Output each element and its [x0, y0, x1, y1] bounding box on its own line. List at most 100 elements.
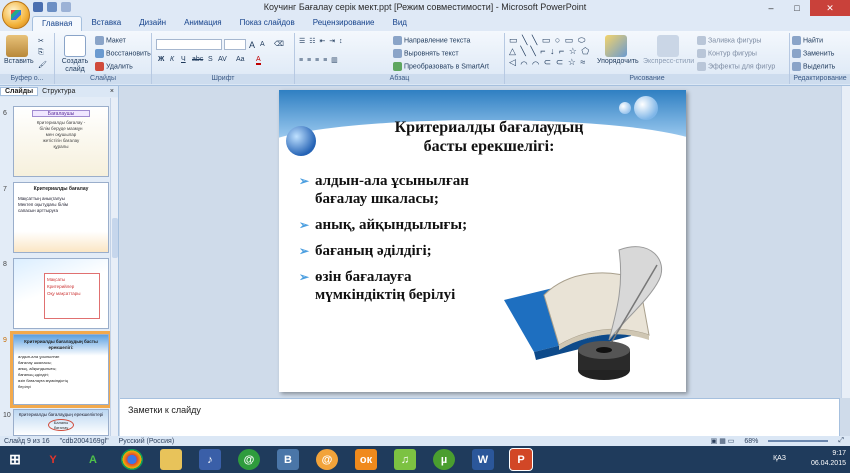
- bullets-icon[interactable]: ☰ ☷ ⇤ ⇥ ↕: [299, 37, 344, 45]
- delete-slide-button[interactable]: Удалить: [95, 62, 133, 71]
- music-icon[interactable]: ♪: [199, 449, 221, 470]
- shape-outline-button[interactable]: Контур фигуры: [697, 49, 757, 58]
- rambler-icon[interactable]: @: [238, 449, 260, 470]
- font-color-button[interactable]: A: [256, 56, 261, 65]
- select-button[interactable]: Выделить: [792, 62, 835, 71]
- tab-outline[interactable]: Структура: [38, 88, 79, 95]
- reset-button[interactable]: Восстановить: [95, 49, 151, 58]
- tab-slides[interactable]: Слайды: [0, 87, 39, 96]
- vk-icon[interactable]: B: [277, 449, 299, 470]
- ribbon-tabs: Главная Вставка Дизайн Анимация Показ сл…: [0, 16, 850, 31]
- case-button[interactable]: Aa: [236, 56, 245, 63]
- yandex-icon[interactable]: Y: [42, 449, 64, 470]
- chrome-icon[interactable]: [121, 449, 143, 470]
- strike-button[interactable]: abc: [192, 56, 203, 63]
- replace-button[interactable]: Заменить: [792, 49, 834, 58]
- quick-styles-button[interactable]: Экспресс-стили: [643, 35, 694, 65]
- shrink-font-button[interactable]: A: [260, 41, 265, 48]
- text-direction-button[interactable]: Направление текста: [393, 36, 470, 45]
- thumb-text: алдын-ала ұсынылған бағалау шкаласы; аны…: [18, 354, 68, 389]
- zoom-slider[interactable]: [768, 440, 829, 442]
- slide-thumbnail-9[interactable]: Критериалды бағалаудың басты ерекшелігі:…: [10, 331, 112, 408]
- arma-icon[interactable]: A: [82, 449, 104, 470]
- start-button[interactable]: ⊞: [4, 449, 26, 470]
- new-slide-button[interactable]: Создать слайд: [58, 35, 92, 74]
- shadow-button[interactable]: S: [208, 56, 213, 63]
- tab-animation[interactable]: Анимация: [175, 16, 231, 31]
- outline-icon: [697, 49, 706, 58]
- paste-button[interactable]: Вставить: [4, 35, 34, 65]
- spacing-button[interactable]: AV: [218, 56, 227, 63]
- scrollbar-thumb[interactable]: [112, 218, 118, 258]
- powerpoint-icon[interactable]: P: [509, 448, 533, 471]
- odnoklassniki-icon[interactable]: ок: [355, 449, 377, 470]
- tab-slideshow[interactable]: Показ слайдов: [231, 16, 304, 31]
- editor-scrollbar[interactable]: [841, 86, 850, 398]
- word-icon[interactable]: W: [472, 449, 494, 470]
- slide-title-line2: басты ерекшелігі:: [423, 138, 555, 155]
- pane-close-icon[interactable]: ×: [106, 88, 118, 95]
- notes-placeholder: Заметки к слайду: [128, 405, 201, 415]
- tab-home[interactable]: Главная: [32, 16, 83, 31]
- align-icon[interactable]: ≡ ≡ ≡ ≡ ▥: [299, 56, 339, 64]
- view-buttons[interactable]: ▣ ▦ ▭: [711, 437, 735, 445]
- close-button[interactable]: ✕: [810, 0, 850, 16]
- mail-icon[interactable]: @: [316, 449, 338, 470]
- slides-group: Создать слайд Макет Восстановить Удалить…: [55, 33, 152, 84]
- cut-icon[interactable]: ✂: [38, 37, 44, 45]
- window-controls: – □ ✕: [758, 0, 850, 16]
- shape-fill-button[interactable]: Заливка фигуры: [697, 36, 761, 45]
- tab-insert[interactable]: Вставка: [82, 16, 130, 31]
- fit-slide-icon[interactable]: ⤢: [838, 437, 844, 445]
- slide-thumbnail-8[interactable]: Мақсаты Критерийлер Оқу мақсаттары: [13, 258, 109, 329]
- taskbar: ⊞ Y A ♪ @ B @ ок ♫ µ W P ҚАЗ 9:17 06.04.…: [0, 446, 850, 473]
- slide-thumbnail-10[interactable]: Критериалды бағалаудың ерекшеліктері Бал…: [13, 409, 109, 436]
- language-indicator[interactable]: ҚАЗ: [773, 455, 786, 462]
- ribbon: Вставить ✂ ⎘ 🖌 Буфер о... Создать слайд …: [0, 31, 850, 86]
- notes-pane[interactable]: Заметки к слайду: [120, 398, 840, 436]
- text-direction-icon: [393, 36, 402, 45]
- bold-button[interactable]: Ж: [158, 56, 164, 63]
- shape-effects-button[interactable]: Эффекты для фигур: [697, 62, 775, 71]
- editing-label: Редактирование: [790, 74, 850, 84]
- arrange-button[interactable]: Упорядочить: [597, 35, 639, 65]
- language-indicator[interactable]: Русский (Россия): [119, 438, 175, 445]
- pane-tabs: Слайды Структура ×: [0, 86, 118, 97]
- align-text-button[interactable]: Выровнять текст: [393, 49, 459, 58]
- decor-bubble: [634, 96, 658, 120]
- thumb-number: 8: [3, 261, 7, 268]
- font-name-combo[interactable]: [156, 39, 222, 50]
- slide-thumbnail-6[interactable]: Бағалаушы Критериалды бағалау - білім бе…: [13, 106, 109, 177]
- italic-button[interactable]: К: [170, 56, 174, 63]
- zoom-level[interactable]: 68%: [744, 438, 758, 445]
- clock[interactable]: 9:17 06.04.2015: [811, 449, 846, 469]
- slide-thumbnail-7[interactable]: Критериалды бағалау Мақсаттың анықталуы …: [13, 182, 109, 253]
- thumb-number: 6: [3, 110, 7, 117]
- replace-icon: [792, 49, 801, 58]
- tab-review[interactable]: Рецензирование: [304, 16, 384, 31]
- font-size-combo[interactable]: [224, 39, 246, 50]
- underline-button[interactable]: Ч: [181, 56, 186, 63]
- game-icon[interactable]: ♫: [394, 449, 416, 470]
- minimize-button[interactable]: –: [758, 0, 784, 16]
- current-slide[interactable]: Критериалды бағалаудың басты ерекшелігі:…: [279, 90, 686, 392]
- smartart-button[interactable]: Преобразовать в SmartArt: [393, 62, 489, 71]
- tab-design[interactable]: Дизайн: [130, 16, 175, 31]
- maximize-button[interactable]: □: [784, 0, 810, 16]
- grow-font-button[interactable]: A: [249, 40, 255, 50]
- copy-icon[interactable]: ⎘: [38, 49, 44, 57]
- slide-editor: Критериалды бағалаудың басты ерекшелігі:…: [120, 86, 850, 398]
- pane-scrollbar[interactable]: [110, 98, 118, 436]
- layout-button[interactable]: Макет: [95, 36, 126, 45]
- shapes-gallery[interactable]: ▭ ╲ ╲ ▭ ○ ▭ ⬭ △ ╲ ╲ ⌐ ↓ ⌐ ☆ ⬠ ◁ ⌒ ⌒ ⊂ ⊂ …: [509, 35, 595, 68]
- office-button[interactable]: [2, 1, 30, 29]
- find-button[interactable]: Найти: [792, 36, 823, 45]
- time: 9:17: [832, 450, 846, 457]
- layout-icon: [95, 36, 104, 45]
- tab-view[interactable]: Вид: [384, 16, 416, 31]
- clear-format-icon[interactable]: ⌫: [274, 40, 284, 48]
- utorrent-icon[interactable]: µ: [433, 449, 455, 470]
- drawing-group: ▭ ╲ ╲ ▭ ○ ▭ ⬭ △ ╲ ╲ ⌐ ↓ ⌐ ☆ ⬠ ◁ ⌒ ⌒ ⊂ ⊂ …: [505, 33, 790, 84]
- format-painter-icon[interactable]: 🖌: [38, 61, 47, 69]
- explorer-icon[interactable]: [160, 449, 182, 470]
